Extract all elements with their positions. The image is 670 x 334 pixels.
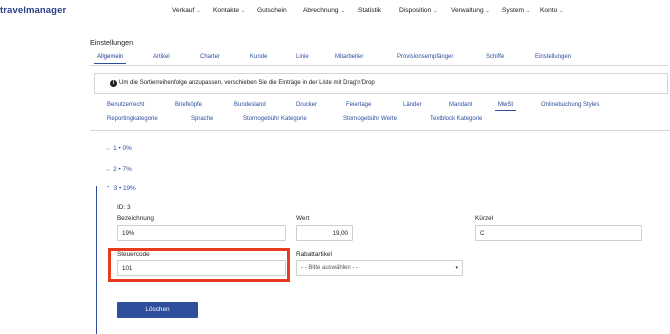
- nav-item-statistik[interactable]: Statistik: [358, 7, 381, 14]
- info-icon: i: [110, 80, 117, 87]
- nav-item-label: Gutschein: [257, 7, 287, 14]
- nav-item-konto[interactable]: Konto ⌄: [540, 7, 563, 14]
- page-title: Einstellungen: [90, 38, 134, 47]
- subtab-sprache[interactable]: Sprache: [191, 116, 213, 122]
- bezeichnung-input[interactable]: 19%: [117, 225, 286, 241]
- wert-input[interactable]: 19,00: [296, 225, 353, 241]
- nav-item-system[interactable]: System ⌄: [502, 7, 530, 14]
- subtab-stornogebuehr-werte[interactable]: Stornogebühr Werte: [343, 116, 397, 122]
- tax-entry-1[interactable]: ⌵ 1 • 0%: [106, 145, 132, 153]
- tax-entry-label: 2 • 7%: [113, 166, 132, 173]
- wert-label: Wert: [296, 215, 310, 222]
- nav-item-verkauf[interactable]: Verkauf ⌄: [172, 7, 201, 14]
- subtab-textblock-kategorie[interactable]: Textblock Kategorie: [430, 116, 482, 122]
- sub-tabs: Benutzerrecht Briefköpfe Bundesland Druc…: [90, 101, 670, 131]
- nav-item-label: System: [502, 7, 524, 14]
- rabattartikel-select[interactable]: - - Bitte auswählen - - ▾: [296, 260, 463, 276]
- top-navigation-bar: travelmanager Verkauf ⌄ Kontakte ⌄ Gutsche…: [0, 0, 670, 24]
- tab-kunde[interactable]: Kunde: [250, 54, 267, 60]
- nav-item-label: Konto: [540, 7, 558, 14]
- subtab-briefkoepfe[interactable]: Briefköpfe: [175, 102, 202, 108]
- subtab-drucker[interactable]: Drucker: [296, 102, 317, 108]
- main-tabs: Allgemein Artikel Charter Kunde Linie Mi…: [90, 50, 668, 66]
- tab-artikel[interactable]: Artikel: [153, 54, 170, 60]
- tab-schiffe[interactable]: Schiffe: [486, 54, 504, 60]
- kuerzel-input[interactable]: C: [475, 225, 642, 241]
- tax-entry-label: 3 • 19%: [113, 185, 136, 192]
- tax-entry-label: 1 • 0%: [113, 145, 132, 152]
- delete-button[interactable]: Löschen: [117, 302, 198, 318]
- bezeichnung-label: Bezeichnung: [117, 215, 154, 222]
- rabattartikel-selected-value: - - Bitte auswählen - -: [301, 265, 359, 271]
- nav-item-gutschein[interactable]: Gutschein: [257, 7, 287, 14]
- subtab-mwst[interactable]: MwSt: [495, 102, 516, 111]
- info-text: Um die Sortierreihenfolge anzupassen, ve…: [119, 80, 375, 86]
- tab-charter[interactable]: Charter: [200, 54, 220, 60]
- subtab-mandant[interactable]: Mandant: [449, 102, 472, 108]
- id-label: ID: 3: [117, 204, 131, 211]
- expanded-entry-indicator: [96, 186, 97, 334]
- chevron-down-icon: ⌄: [485, 8, 490, 14]
- info-message: i Um die Sortierreihenfolge anzupassen, …: [94, 73, 668, 94]
- subtab-stornogebuehr-kategorie[interactable]: Stornogebühr Kategorie: [243, 116, 307, 122]
- tax-entry-3[interactable]: ⌃ 3 • 19%: [106, 185, 136, 192]
- nav-item-label: Abrechnung: [303, 7, 339, 14]
- subtab-feiertage[interactable]: Feiertage: [346, 102, 371, 108]
- select-arrow-icon: ▾: [455, 265, 458, 271]
- chevron-down-icon: ⌵: [106, 146, 111, 152]
- chevron-down-icon: ⌄: [433, 8, 438, 14]
- nav-item-disposition[interactable]: Disposition ⌄: [399, 7, 437, 14]
- chevron-down-icon: ⌄: [525, 8, 531, 14]
- tab-allgemein[interactable]: Allgemein: [93, 54, 127, 64]
- nav-item-label: Statistik: [358, 7, 382, 14]
- tab-linie[interactable]: Linie: [296, 54, 309, 60]
- subtab-benutzerrecht[interactable]: Benutzerrecht: [107, 102, 144, 108]
- rabattartikel-label: Rabattartikel: [296, 251, 332, 258]
- subtab-laender[interactable]: Länder: [403, 102, 422, 108]
- nav-item-verwaltung[interactable]: Verwaltung ⌄: [451, 7, 490, 14]
- tab-einstellungen[interactable]: Einstellungen: [535, 54, 571, 60]
- nav-item-label: Disposition: [399, 7, 432, 14]
- chevron-down-icon: ⌄: [559, 8, 564, 14]
- subtab-bundesland[interactable]: Bundesland: [234, 102, 266, 108]
- chevron-up-icon: ⌃: [106, 186, 111, 192]
- tab-mitarbeiter[interactable]: Mitarbeiter: [335, 54, 363, 60]
- nav-item-abrechnung[interactable]: Abrechnung ⌄: [303, 7, 345, 14]
- nav-item-label: Verkauf: [172, 7, 195, 14]
- subtab-onlinebuchung-styles[interactable]: Onlinebuchung Styles: [541, 102, 599, 108]
- app-logo[interactable]: travelmanager: [0, 5, 66, 16]
- nav-item-label: Verwaltung: [451, 7, 484, 14]
- kuerzel-label: Kürzel: [475, 215, 494, 222]
- tax-entry-2[interactable]: ⌵ 2 • 7%: [106, 166, 132, 174]
- annotation-highlight-box: [108, 248, 290, 282]
- chevron-down-icon: ⌵: [106, 167, 111, 173]
- nav-item-kontakte[interactable]: Kontakte ⌄: [213, 7, 245, 14]
- nav-item-label: Kontakte: [213, 7, 240, 14]
- chevron-down-icon: ⌄: [340, 8, 345, 14]
- chevron-down-icon: ⌄: [241, 8, 246, 14]
- subtab-reportingkategorie[interactable]: Reportingkategorie: [107, 116, 158, 122]
- tab-provisionsempfaenger[interactable]: Provisionsempfänger: [397, 54, 453, 60]
- chevron-down-icon: ⌄: [196, 8, 201, 14]
